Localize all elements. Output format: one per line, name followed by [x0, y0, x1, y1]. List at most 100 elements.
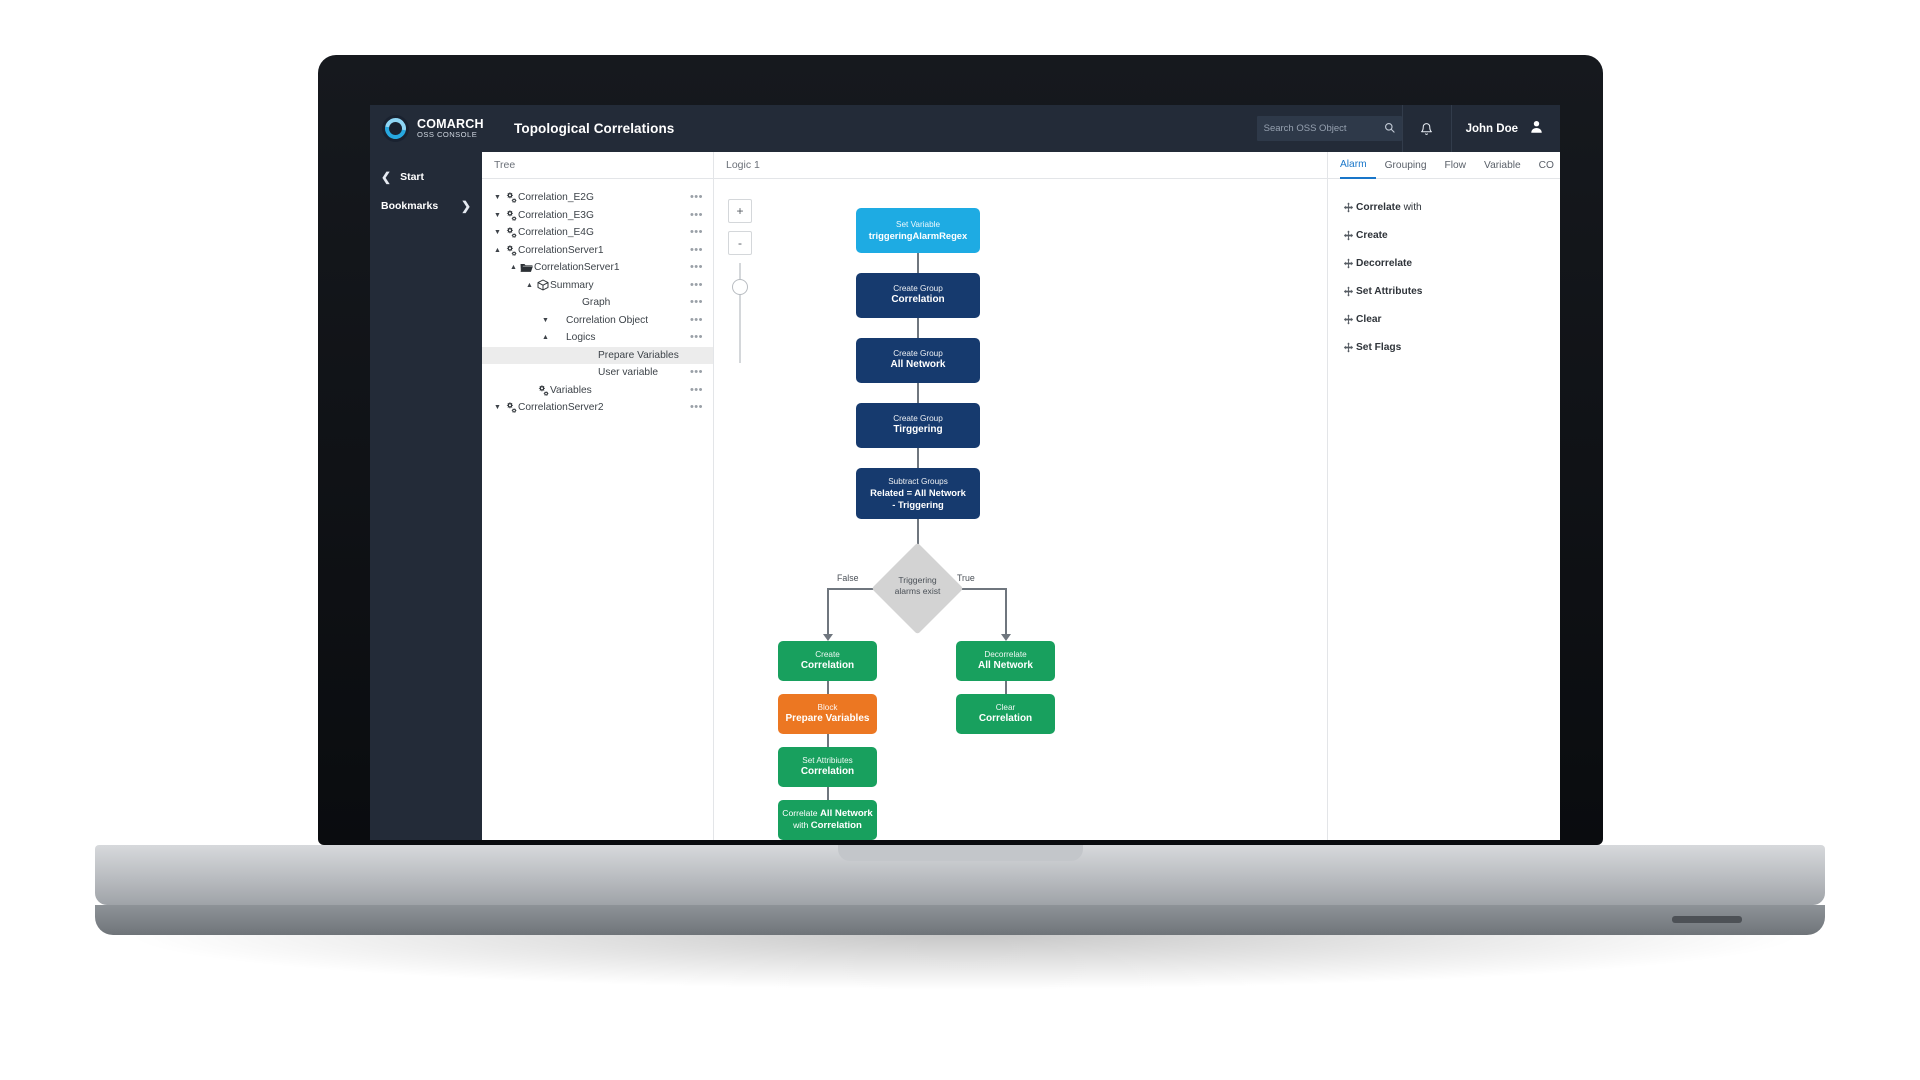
- tree-row-label: Variables: [550, 384, 592, 396]
- chevron-up-icon[interactable]: ▲: [508, 264, 519, 271]
- palette-item[interactable]: Create: [1340, 221, 1560, 249]
- node-line1: Create Group: [893, 284, 943, 294]
- arrow-false: [823, 634, 833, 641]
- user-menu[interactable]: John Doe: [1452, 105, 1560, 152]
- palette-panel: Alarm Grouping Flow Variable CO Correlate wi…: [1328, 152, 1560, 840]
- tab-grouping[interactable]: Grouping: [1376, 152, 1436, 179]
- flow-node-set-variable[interactable]: Set Variable triggeringAlarmRegex: [856, 208, 980, 253]
- flow-node-correlate-all-network[interactable]: Correlate All Network with Correlation: [778, 800, 877, 840]
- chevron-down-icon[interactable]: ▼: [492, 404, 503, 411]
- row-actions-menu-icon[interactable]: •••: [690, 402, 703, 413]
- row-actions-menu-icon[interactable]: •••: [690, 279, 703, 291]
- chevron-down-icon[interactable]: ▼: [492, 229, 503, 236]
- tab-variable[interactable]: Variable: [1475, 152, 1530, 179]
- node-line1: Correlate All Network: [782, 808, 873, 820]
- move-handle-icon[interactable]: [1340, 285, 1356, 297]
- tree-twisty-empty: [524, 387, 535, 394]
- chevron-up-icon[interactable]: ▲: [540, 334, 551, 341]
- tab-alarm[interactable]: Alarm: [1340, 152, 1376, 179]
- zoom-slider-handle[interactable]: [732, 279, 748, 295]
- tree-row[interactable]: ▲ CorrelationServer1 •••: [482, 259, 713, 277]
- node-line1: Set Variable: [896, 219, 940, 229]
- sidebar-item-bookmarks-label: Bookmarks: [381, 199, 439, 212]
- flow-node-create-group-all-network[interactable]: Create Group All Network: [856, 338, 980, 383]
- comarch-logo-icon: [380, 113, 411, 144]
- row-actions-menu-icon[interactable]: •••: [690, 332, 703, 343]
- chevron-up-icon[interactable]: ▲: [524, 282, 535, 289]
- gears-icon: [503, 245, 518, 256]
- palette-item[interactable]: Correlate with: [1340, 193, 1560, 221]
- search-box[interactable]: [1256, 116, 1402, 141]
- tree-row[interactable]: User variable •••: [482, 364, 713, 382]
- palette-item[interactable]: Clear: [1340, 305, 1560, 333]
- palette-item[interactable]: Set Attributes: [1340, 277, 1560, 305]
- tree-row[interactable]: Graph •••: [482, 294, 713, 312]
- row-actions-menu-icon[interactable]: •••: [690, 384, 703, 396]
- flow-node-set-attributes-correlation[interactable]: Set Attribiutes Correlation: [778, 747, 877, 787]
- notification-bell-icon[interactable]: [1403, 105, 1451, 152]
- tree-row[interactable]: Variables •••: [482, 382, 713, 400]
- palette-item-label: Set Flags: [1356, 342, 1401, 353]
- flow-node-create-group-correlation[interactable]: Create Group Correlation: [856, 273, 980, 318]
- move-handle-icon[interactable]: [1340, 201, 1356, 213]
- tree-row[interactable]: ▼ CorrelationServer2 •••: [482, 399, 713, 417]
- row-actions-menu-icon[interactable]: •••: [690, 192, 703, 203]
- arrow-true: [1001, 634, 1011, 641]
- tree-row[interactable]: ▲ CorrelationServer1 •••: [482, 242, 713, 260]
- search-input[interactable]: [1263, 123, 1384, 134]
- flow-node-subtract-groups[interactable]: Subtract Groups Related = All Network - …: [856, 468, 980, 519]
- move-handle-icon[interactable]: [1340, 313, 1356, 325]
- node-line1: Subtract Groups: [888, 476, 948, 486]
- palette-item[interactable]: Set Flags: [1340, 333, 1560, 361]
- canvas-panel: Logic 1 + - Set Variable triggeringAlarm…: [714, 152, 1328, 840]
- palette-item[interactable]: Decorrelate: [1340, 249, 1560, 277]
- node-line1: Set Attribiutes: [802, 755, 853, 765]
- tree-row[interactable]: ▼ Correlation Object •••: [482, 312, 713, 330]
- row-actions-menu-icon[interactable]: •••: [690, 227, 703, 238]
- chevron-down-icon[interactable]: ▼: [492, 212, 503, 219]
- search-icon[interactable]: [1384, 120, 1395, 138]
- row-actions-menu-icon[interactable]: •••: [690, 209, 703, 221]
- chevron-right-icon: ❯: [460, 198, 471, 213]
- tab-flow[interactable]: Flow: [1436, 152, 1476, 179]
- flow-node-clear-correlation[interactable]: Clear Correlation: [956, 694, 1055, 734]
- chevron-down-icon[interactable]: ▼: [540, 317, 551, 324]
- flow-node-decorrelate-all-network[interactable]: Decorrelate All Network: [956, 641, 1055, 681]
- zoom-out-button[interactable]: -: [728, 231, 752, 255]
- tree-row[interactable]: ▼ Correlation_E3G •••: [482, 207, 713, 225]
- palette-item-action: Correlate: [1356, 201, 1401, 213]
- flow-node-create-correlation[interactable]: Create Correlation: [778, 641, 877, 681]
- row-actions-menu-icon[interactable]: •••: [690, 297, 703, 308]
- tree-row[interactable]: ▲ Summary •••: [482, 277, 713, 295]
- move-handle-icon[interactable]: [1340, 229, 1356, 241]
- tree-row[interactable]: ▼ Correlation_E2G •••: [482, 189, 713, 207]
- user-avatar-icon[interactable]: [1529, 119, 1544, 139]
- zoom-in-button[interactable]: +: [728, 199, 752, 223]
- sidebar-item-bookmarks[interactable]: Bookmarks ❯: [370, 191, 482, 220]
- row-actions-menu-icon[interactable]: •••: [690, 367, 703, 378]
- laptop-deck-notch: [838, 845, 1083, 861]
- row-actions-menu-icon[interactable]: •••: [690, 244, 703, 256]
- tree-row[interactable]: ▲ Logics •••: [482, 329, 713, 347]
- chevron-up-icon[interactable]: ▲: [492, 247, 503, 254]
- gears-icon: [503, 210, 518, 221]
- tree-row[interactable]: Prepare Variables: [482, 346, 713, 364]
- flow-node-block-prepare-variables[interactable]: Block Prepare Variables: [778, 694, 877, 734]
- palette-item-action: Set Flags: [1356, 341, 1402, 353]
- flow-canvas[interactable]: + - Set Variable triggeringAlarmRegex Cr…: [714, 179, 1327, 840]
- palette-item-action: Set Attributes: [1356, 285, 1423, 297]
- move-handle-icon[interactable]: [1340, 257, 1356, 269]
- move-handle-icon[interactable]: [1340, 341, 1356, 353]
- palette-item-action: Decorrelate: [1356, 257, 1413, 269]
- row-actions-menu-icon[interactable]: •••: [690, 314, 703, 326]
- brand-logo[interactable]: COMARCH OSS CONSOLE: [380, 113, 500, 144]
- sidebar-item-start[interactable]: ❮ Start: [370, 162, 482, 191]
- laptop-deck-foot: [1672, 916, 1742, 923]
- tab-co[interactable]: CO: [1530, 152, 1560, 179]
- flow-node-create-group-triggering[interactable]: Create Group Tirggering: [856, 403, 980, 448]
- tree-row[interactable]: ▼ Correlation_E4G •••: [482, 224, 713, 242]
- chevron-down-icon[interactable]: ▼: [492, 194, 503, 201]
- node-text-bold1: All Network: [819, 808, 873, 820]
- zoom-slider[interactable]: [728, 263, 752, 363]
- row-actions-menu-icon[interactable]: •••: [690, 262, 703, 273]
